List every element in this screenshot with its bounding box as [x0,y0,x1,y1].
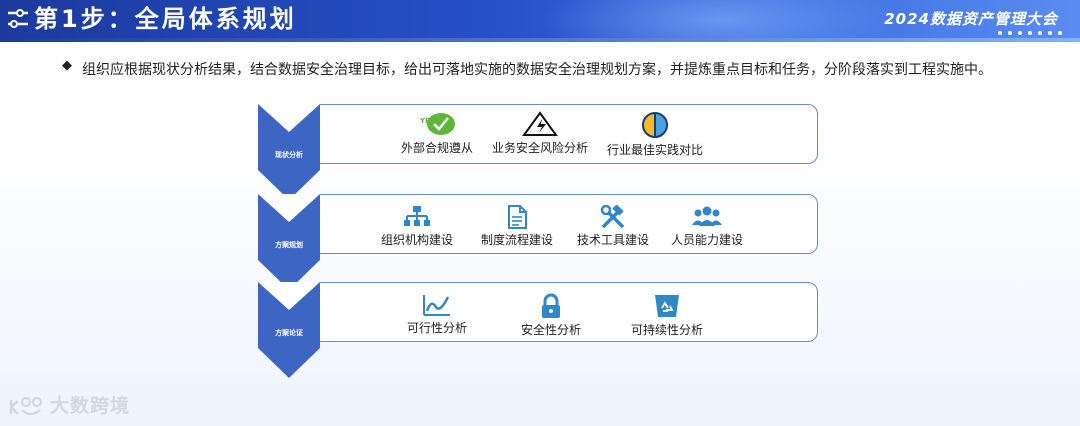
stage-label: 现状分析 [275,151,303,159]
sliders-icon [8,9,28,28]
warning-triangle-icon [522,111,558,136]
page-title: 第1步：全局体系规划 [34,5,297,33]
stage-label: 方案论证 [275,329,303,337]
item-label: 安全性分析 [520,323,581,337]
item-label: 业务安全风险分析 [491,141,588,155]
document-icon [508,205,527,229]
item-security: 安全性分析 [491,293,611,338]
trend-line-icon [423,295,450,316]
item-external-compliance: YES 外部合规遵从 [377,111,497,156]
step-box-current-analysis: YES 外部合规遵从 业务安全风险分析 行业最佳实践对比 [286,104,818,164]
yes-badge-text: YES [419,117,435,125]
event-name: 2024数据资产管理大会 [884,10,1058,28]
decorative-dots [998,31,1062,35]
header-banner: 第1步：全局体系规划 2024数据资产管理大会 [0,0,1080,38]
item-label: 行业最佳实践对比 [606,143,703,157]
item-industry-best-practice: 行业最佳实践对比 [595,111,715,158]
watermark-text: 大数跨境 [50,395,131,417]
item-label: 可行性分析 [406,321,467,335]
banner-glow [540,0,900,38]
watermark-logo-icon [9,396,43,416]
item-business-risk: 业务安全风险分析 [480,111,600,156]
tools-icon [600,205,625,229]
diamond-bullet-icon: ◆ [62,58,72,73]
item-feasibility: 可行性分析 [377,293,497,336]
item-label: 人员能力建设 [670,233,743,247]
people-icon [692,206,722,226]
step-box-plan-validation: 可行性分析 安全性分析 可持续性分析 [286,282,818,342]
org-chart-icon [404,206,430,226]
yes-badge-icon: YES [419,113,455,135]
item-sustainability: 可持续性分析 [607,293,727,338]
intro-text: 组织应根据现状分析结果，结合数据安全治理目标，给出可落地实施的数据安全治理规划方… [82,62,992,78]
header-underline [0,38,1080,42]
step-box-plan-design: 组织机构建设 制度流程建设 技术工具建设 人员能力建设 [286,194,818,254]
item-people-building: 人员能力建设 [647,205,767,248]
half-circle-compare-icon [642,112,668,138]
recycle-bin-icon [655,295,679,317]
lock-icon [542,293,560,318]
planning-steps: YES 外部合规遵从 业务安全风险分析 行业最佳实践对比 现状分析 组织机构建设… [258,104,820,378]
stage-label: 方案规划 [275,241,303,249]
item-label: 外部合规遵从 [400,141,473,155]
item-label: 可持续性分析 [630,323,703,337]
